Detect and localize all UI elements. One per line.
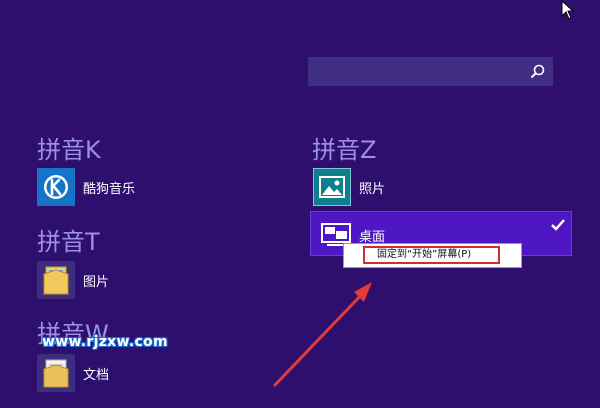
search-input[interactable]	[308, 57, 518, 86]
context-menu: 固定到“开始”屏幕(P)	[343, 243, 522, 268]
kugou-music-icon	[37, 168, 75, 206]
app-label: 图片	[83, 275, 110, 290]
photos-icon	[313, 168, 351, 206]
search-box[interactable]	[308, 57, 553, 86]
group-header-z: 拼音Z	[312, 136, 377, 164]
checkmark-icon	[551, 219, 565, 231]
group-header-k: 拼音K	[37, 136, 101, 164]
app-item-documents[interactable]: 文档	[37, 354, 197, 392]
search-icon[interactable]	[530, 64, 545, 79]
mouse-cursor-icon	[561, 0, 575, 20]
app-label: 酷狗音乐	[83, 182, 136, 197]
app-item-kugou[interactable]: 酷狗音乐	[37, 168, 197, 206]
group-header-t: 拼音T	[37, 228, 100, 256]
pin-to-start-menu-item[interactable]: 固定到“开始”屏幕(P)	[363, 246, 500, 264]
app-item-pictures[interactable]: 图片	[37, 261, 197, 299]
folder-icon	[37, 354, 75, 392]
watermark: www.rjzxw.com	[42, 334, 168, 350]
app-label: 文档	[83, 368, 110, 383]
app-label: 照片	[359, 182, 386, 197]
folder-icon	[37, 261, 75, 299]
annotation-arrow-icon	[272, 282, 372, 388]
app-item-photos[interactable]: 照片	[313, 168, 473, 206]
